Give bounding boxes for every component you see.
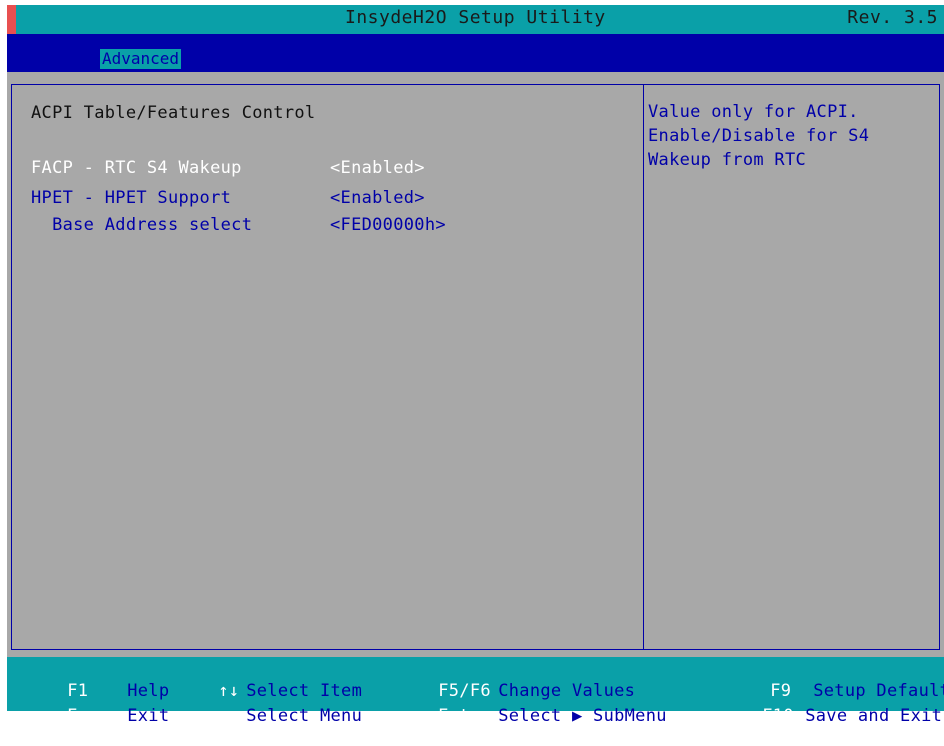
footer-desc-submenu: Select ▶ SubMenu (435, 686, 667, 746)
setting-value[interactable]: <Enabled> (330, 188, 425, 208)
key-description: Select Menu (246, 706, 363, 726)
revision-label: Rev. 3.5 (847, 7, 938, 28)
help-line: Wakeup from RTC (648, 150, 807, 170)
help-text: Value only for ACPI. Enable/Disable for … (648, 100, 933, 172)
title-bar: InsydeH2O Setup Utility Rev. 3.5 (7, 5, 944, 34)
help-line: Value only for ACPI. (648, 102, 859, 122)
footer-desc-save-exit: Save and Exit (742, 686, 942, 746)
tab-advanced[interactable]: Advanced (100, 49, 182, 69)
setting-value[interactable]: <FED00000h> (330, 215, 446, 235)
footer-desc-select-menu: Select Menu (183, 686, 362, 746)
app-title: InsydeH2O Setup Utility (345, 7, 606, 28)
setting-label: Base Address select (31, 215, 253, 235)
section-title: ACPI Table/Features Control (31, 103, 316, 123)
help-line: Enable/Disable for S4 (648, 126, 870, 146)
setting-value[interactable]: <Enabled> (330, 158, 425, 178)
key-description: Select ▶ SubMenu (498, 706, 667, 726)
bios-screen: InsydeH2O Setup Utility Rev. 3.5 Advance… (7, 5, 944, 726)
setting-base-address-select[interactable]: Base Address select <FED00000h> (7, 215, 627, 237)
setting-label: HPET - HPET Support (31, 188, 232, 208)
key-help-bar: F1 Help Esc Exit ↑↓ Select Item ↔ Select… (7, 657, 944, 726)
setting-label: FACP - RTC S4 Wakeup (31, 158, 242, 178)
key-description: Save and Exit (805, 706, 943, 726)
setting-hpet-support[interactable]: HPET - HPET Support <Enabled> (7, 188, 627, 210)
footer-desc-exit: Exit (64, 686, 169, 746)
title-accent (7, 5, 16, 34)
menu-bar: Advanced (7, 34, 944, 72)
setting-rtc-s4-wakeup[interactable]: FACP - RTC S4 Wakeup <Enabled> (7, 158, 627, 180)
